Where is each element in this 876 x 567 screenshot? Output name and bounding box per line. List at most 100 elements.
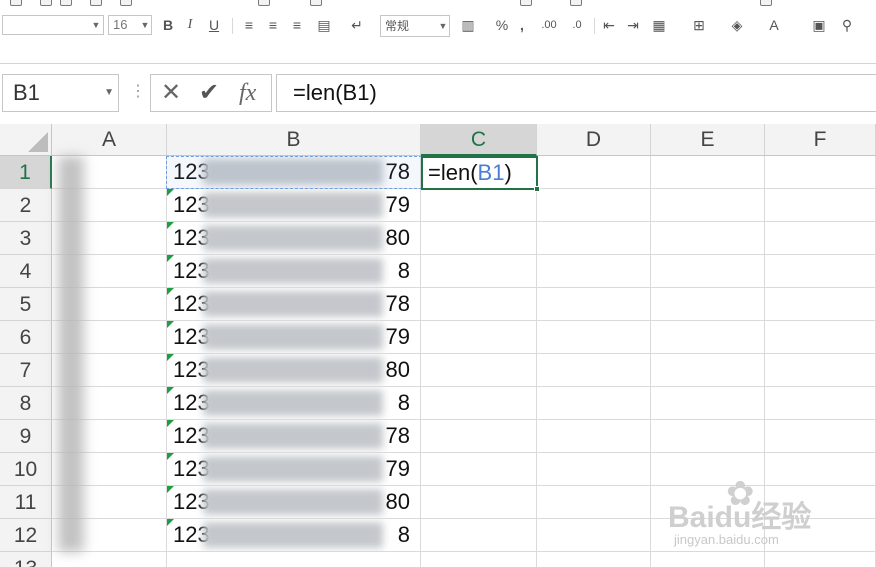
cell-d9[interactable] <box>537 420 651 453</box>
function-icon[interactable] <box>570 0 582 6</box>
select-all-button[interactable] <box>0 124 52 156</box>
cell-b7[interactable]: 123 80 <box>167 354 421 387</box>
cell-c11[interactable] <box>421 486 537 519</box>
cell-d7[interactable] <box>537 354 651 387</box>
cell-e3[interactable] <box>651 222 765 255</box>
enter-icon[interactable]: ✔ <box>199 79 219 107</box>
cell-c7[interactable] <box>421 354 537 387</box>
cell-b4[interactable]: 123 8 <box>167 255 421 288</box>
cell-c4[interactable] <box>421 255 537 288</box>
cell-e8[interactable] <box>651 387 765 420</box>
cell-e6[interactable] <box>651 321 765 354</box>
row-header-3[interactable]: 3 <box>0 222 52 255</box>
wrap-text-icon[interactable]: ↵ <box>346 16 368 34</box>
cell-f3[interactable] <box>765 222 876 255</box>
row-header-5[interactable]: 5 <box>0 288 52 321</box>
cell-c10[interactable] <box>421 453 537 486</box>
cell-d10[interactable] <box>537 453 651 486</box>
active-cell-c1[interactable]: =len(B1) <box>421 156 540 192</box>
cell-e9[interactable] <box>651 420 765 453</box>
save-icon[interactable] <box>10 0 22 6</box>
row-header-6[interactable]: 6 <box>0 321 52 354</box>
cell-f1[interactable] <box>765 156 876 189</box>
font-color-button[interactable]: A <box>766 16 782 34</box>
cell-d13[interactable] <box>537 552 651 567</box>
cell-b9[interactable]: 123 78 <box>167 420 421 453</box>
borders-icon[interactable]: ⊞ <box>690 16 708 34</box>
cell-e2[interactable] <box>651 189 765 222</box>
cell-f6[interactable] <box>765 321 876 354</box>
decrease-indent-icon[interactable]: ⇤ <box>600 16 618 34</box>
cell-b12[interactable]: 123 8 <box>167 519 421 552</box>
cell-c9[interactable] <box>421 420 537 453</box>
sort-icon[interactable] <box>310 0 322 6</box>
currency-format-icon[interactable]: ▥ <box>456 16 480 34</box>
row-header-10[interactable]: 10 <box>0 453 52 486</box>
preview-icon[interactable] <box>120 0 132 6</box>
row-header-7[interactable]: 7 <box>0 354 52 387</box>
cell-f8[interactable] <box>765 387 876 420</box>
merge-cells-icon[interactable]: ▤ <box>312 16 336 34</box>
cell-b11[interactable]: 123 80 <box>167 486 421 519</box>
cell-d8[interactable] <box>537 387 651 420</box>
formula-input[interactable]: =len(B1) <box>276 74 876 112</box>
fill-color-icon[interactable]: ◈ <box>726 16 748 34</box>
cell-b3[interactable]: 123 80 <box>167 222 421 255</box>
cell-c2[interactable] <box>421 189 537 222</box>
column-header-a[interactable]: A <box>52 124 167 156</box>
row-header-2[interactable]: 2 <box>0 189 52 222</box>
cancel-icon[interactable]: ✕ <box>161 79 181 107</box>
cell-b13[interactable] <box>167 552 421 567</box>
cell-d3[interactable] <box>537 222 651 255</box>
column-header-f[interactable]: F <box>765 124 876 156</box>
cell-b8[interactable]: 123 8 <box>167 387 421 420</box>
undo-icon[interactable] <box>40 0 52 6</box>
chart-icon[interactable] <box>760 0 772 6</box>
increase-indent-icon[interactable]: ⇥ <box>624 16 642 34</box>
cell-c3[interactable] <box>421 222 537 255</box>
row-header-1[interactable]: 1 <box>0 156 52 189</box>
row-header-11[interactable]: 11 <box>0 486 52 519</box>
cell-b5[interactable]: 123 78 <box>167 288 421 321</box>
cell-c12[interactable] <box>421 519 537 552</box>
row-header-9[interactable]: 9 <box>0 420 52 453</box>
cell-e7[interactable] <box>651 354 765 387</box>
cell-d11[interactable] <box>537 486 651 519</box>
bold-button[interactable]: B <box>160 16 176 34</box>
cell-d5[interactable] <box>537 288 651 321</box>
column-header-e[interactable]: E <box>651 124 765 156</box>
cell-f9[interactable] <box>765 420 876 453</box>
number-format-select[interactable]: 常规 ▼ <box>380 15 450 37</box>
row-header-13[interactable]: 13 <box>0 552 52 567</box>
row-header-12[interactable]: 12 <box>0 519 52 552</box>
fill-handle[interactable] <box>534 186 540 192</box>
cell-d6[interactable] <box>537 321 651 354</box>
column-header-b[interactable]: B <box>167 124 421 156</box>
row-header-8[interactable]: 8 <box>0 387 52 420</box>
cell-e4[interactable] <box>651 255 765 288</box>
cell-f2[interactable] <box>765 189 876 222</box>
cell-c8[interactable] <box>421 387 537 420</box>
splitter-handle-icon[interactable]: ⋮ <box>130 82 146 102</box>
align-left-icon[interactable]: ≡ <box>240 16 258 34</box>
align-right-icon[interactable]: ≡ <box>288 16 306 34</box>
cell-e1[interactable] <box>651 156 765 189</box>
conditional-format-icon[interactable]: ▣ <box>808 16 830 34</box>
font-name-select[interactable]: ▼ <box>2 15 104 35</box>
column-header-c[interactable]: C <box>421 124 537 156</box>
cell-b2[interactable]: 123 79 <box>167 189 421 222</box>
cell-a13[interactable] <box>52 552 167 567</box>
cell-d2[interactable] <box>537 189 651 222</box>
cell-d1[interactable] <box>537 156 651 189</box>
search-icon[interactable]: ⚲ <box>838 16 856 34</box>
column-header-d[interactable]: D <box>537 124 651 156</box>
cell-c13[interactable] <box>421 552 537 567</box>
cell-b10[interactable]: 123 79 <box>167 453 421 486</box>
print-icon[interactable] <box>90 0 102 6</box>
cell-f4[interactable] <box>765 255 876 288</box>
percent-button[interactable]: % <box>494 16 510 34</box>
increase-decimal-icon[interactable]: .00 <box>538 16 560 34</box>
cell-c5[interactable] <box>421 288 537 321</box>
cell-d4[interactable] <box>537 255 651 288</box>
spellcheck-icon[interactable] <box>258 0 270 6</box>
